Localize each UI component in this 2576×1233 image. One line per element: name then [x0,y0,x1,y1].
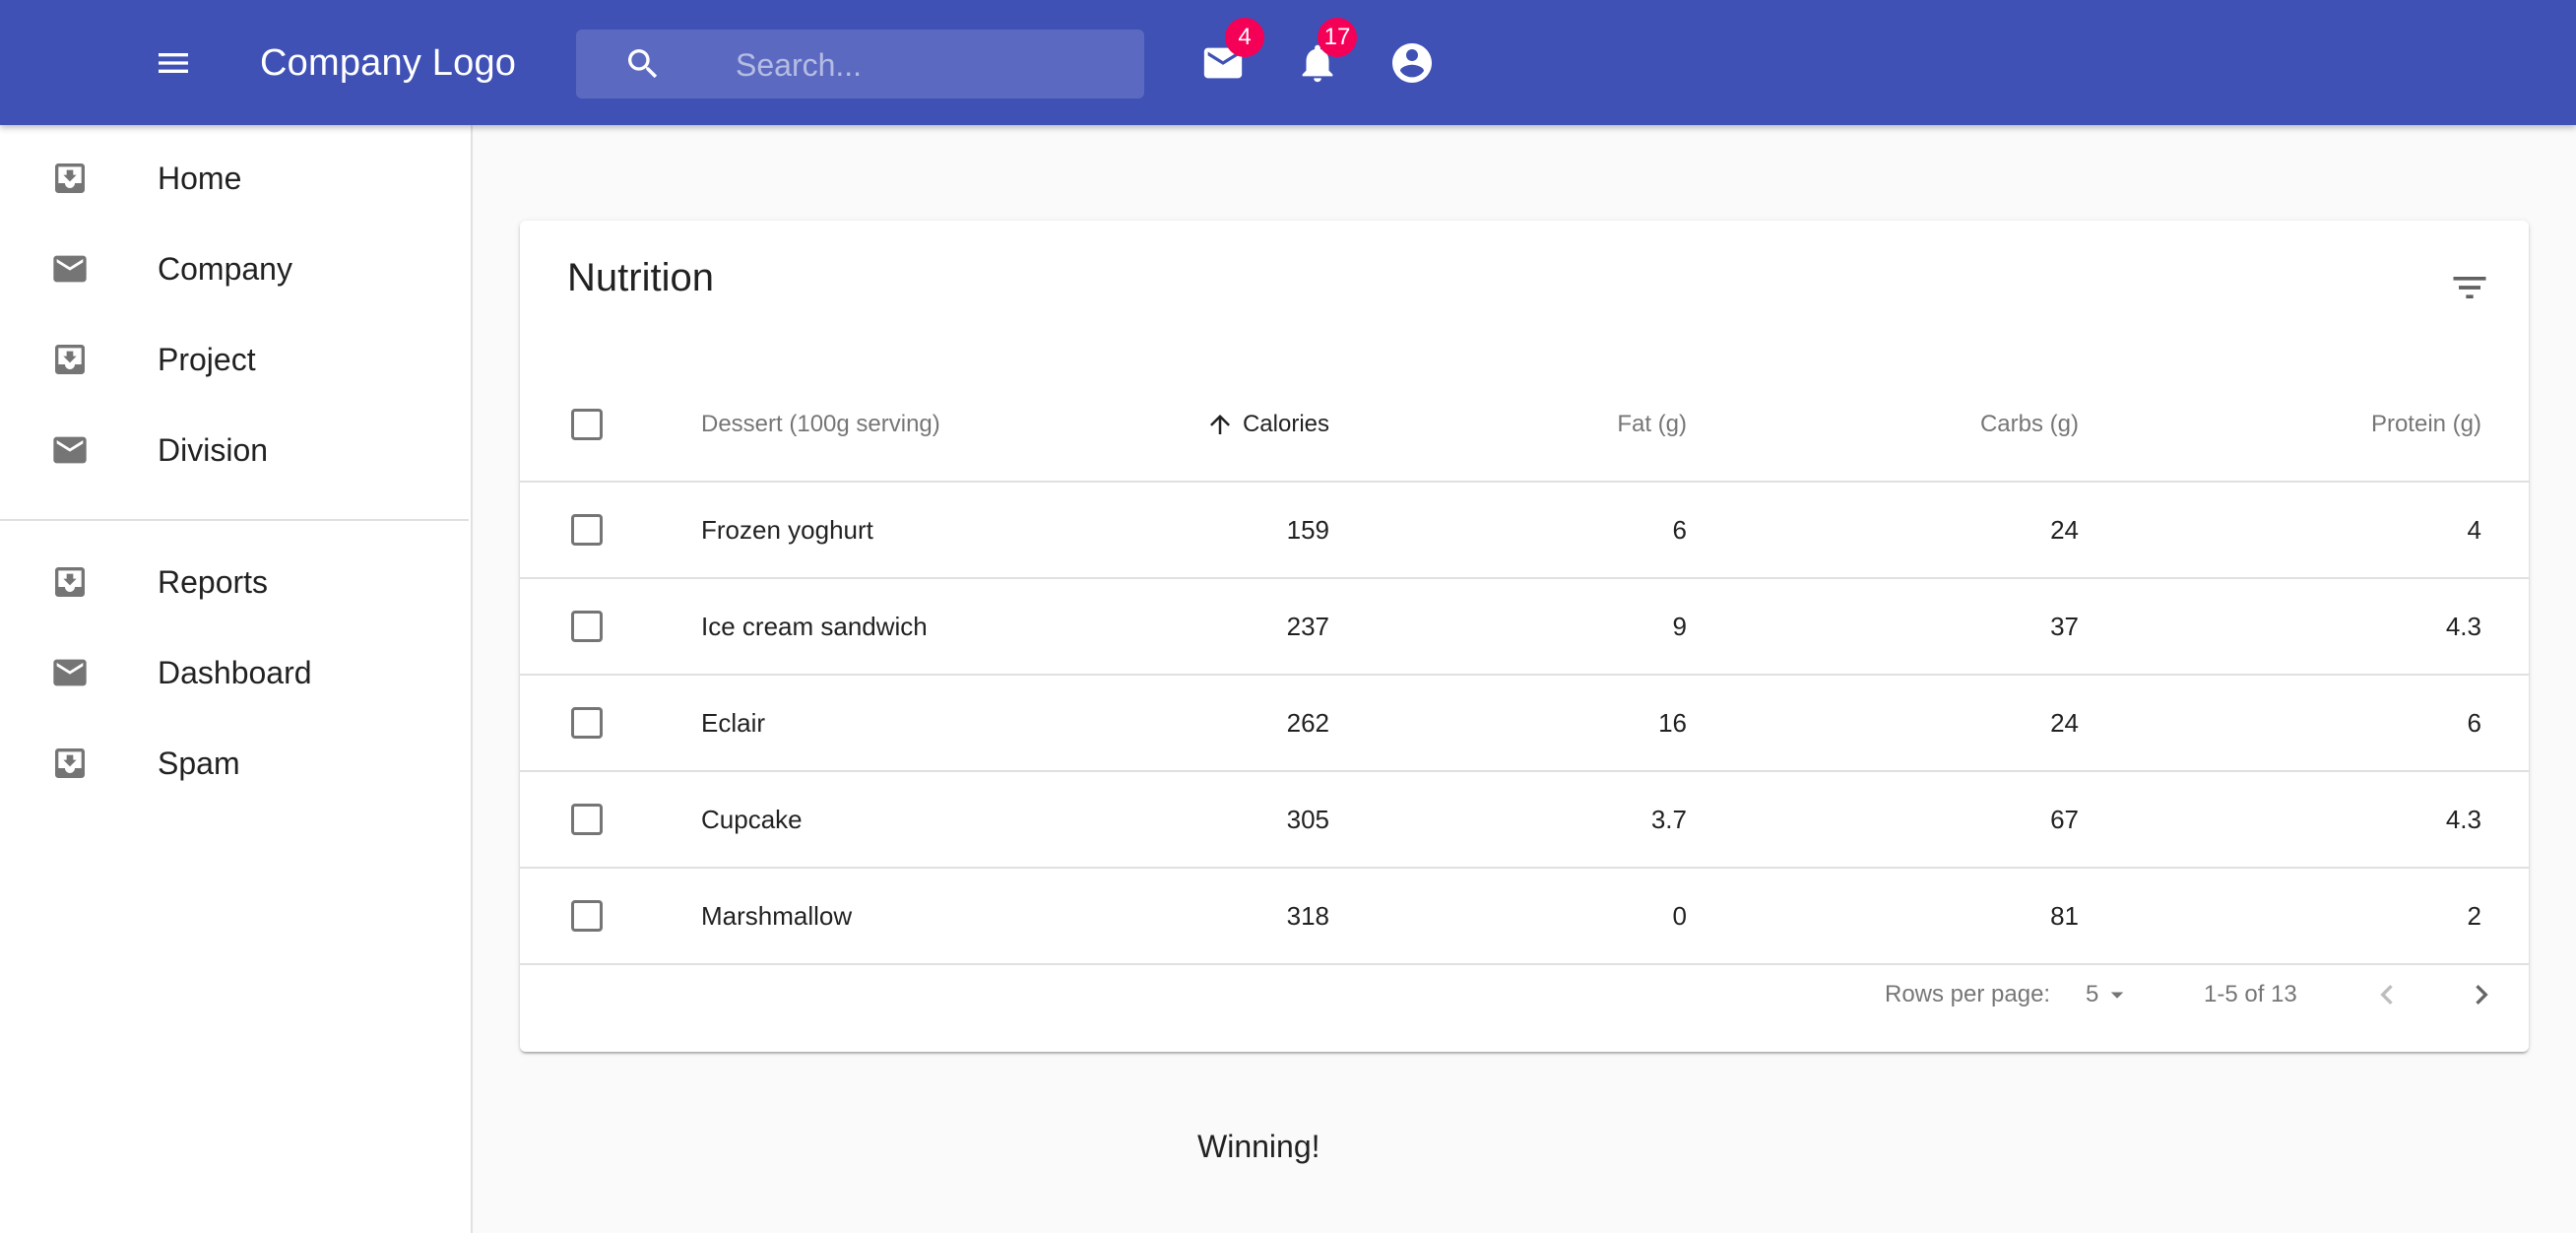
footer-message: Winning! [1197,1129,1320,1164]
select-all-checkbox[interactable] [571,409,603,440]
cell-carbs: 24 [2050,515,2079,545]
cell-dessert: Ice cream sandwich [701,612,928,641]
nav-label: Dashboard [158,655,312,690]
col-header-dessert[interactable]: Dessert (100g serving) [701,368,940,481]
cell-dessert: Eclair [701,708,766,738]
account-circle-icon [1392,43,1432,83]
cell-fat: 6 [1672,515,1687,545]
table-row[interactable]: Frozen yoghurt 159 6 24 4 [520,483,2529,579]
cell-protein: 6 [2467,708,2481,738]
nav-label: Division [158,432,269,468]
nav-item-company[interactable]: Company [0,224,469,314]
pagination-range: 1-5 of 13 [2204,981,2297,1007]
rows-per-page-value: 5 [2086,981,2099,1007]
account-button[interactable] [1381,32,1444,95]
nutrition-table-card: Nutrition Dessert (100g serving) Calorie… [520,221,2529,1052]
cell-fat: 9 [1672,612,1687,641]
cell-protein: 4 [2467,515,2481,545]
table-row[interactable]: Eclair 262 16 24 6 [520,676,2529,772]
cell-carbs: 37 [2050,612,2079,641]
side-drawer: Home Company Project Division Reports Da… [0,125,473,1233]
nav-item-project[interactable]: Project [0,314,469,405]
nav-item-home[interactable]: Home [0,133,469,224]
mail-icon [53,436,87,464]
nav-item-reports[interactable]: Reports [0,537,469,627]
notification-badge: 17 [1318,18,1357,57]
menu-button[interactable] [146,35,201,91]
col-header-protein[interactable]: Protein (g) [2371,368,2481,481]
move-to-inbox-icon [55,163,85,193]
table-row[interactable]: Marshmallow 318 0 81 2 [520,869,2529,965]
mail-badge: 4 [1225,18,1264,57]
cell-fat: 16 [1658,708,1687,738]
nav-divider [0,519,469,521]
cell-fat: 3.7 [1650,805,1687,834]
app-bar: Company Logo 4 17 [0,0,2576,125]
rows-per-page-select[interactable]: 5 [2086,975,2132,1014]
table-title: Nutrition [567,256,714,299]
cell-dessert: Cupcake [701,805,803,834]
cell-protein: 4.3 [2445,805,2481,834]
nav-label: Home [158,161,242,196]
nav-label: Project [158,342,256,377]
cell-fat: 0 [1672,901,1687,931]
chevron-right-icon [2476,985,2488,1005]
nav-item-dashboard[interactable]: Dashboard [0,627,469,718]
chevron-left-icon [2380,985,2393,1005]
cell-calories: 318 [1286,901,1329,931]
move-to-inbox-icon [55,567,85,597]
row-checkbox[interactable] [571,804,603,835]
cell-dessert: Frozen yoghurt [701,515,873,545]
filter-list-icon [2453,277,2486,298]
cell-calories: 305 [1286,805,1329,834]
next-page-button[interactable] [2454,967,2509,1022]
row-checkbox[interactable] [571,514,603,546]
cell-calories: 159 [1286,515,1329,545]
nav-label: Company [158,251,292,287]
row-checkbox[interactable] [571,611,603,642]
cell-calories: 262 [1286,708,1329,738]
nav-item-spam[interactable]: Spam [0,718,469,809]
table-row[interactable]: Cupcake 305 3.7 67 4.3 [520,772,2529,869]
search-box [576,30,1144,100]
cell-carbs: 81 [2050,901,2079,931]
arrow-upward-icon [1209,415,1230,434]
cell-calories: 237 [1286,612,1329,641]
rows-per-page-label: Rows per page: [1885,981,2051,1007]
menu-icon [159,53,188,73]
row-checkbox[interactable] [571,707,603,739]
search-icon [628,49,658,79]
nav-label: Reports [158,564,269,600]
previous-page-button[interactable] [2359,967,2415,1022]
mail-icon [53,255,87,283]
col-header-fat[interactable]: Fat (g) [1617,368,1687,481]
table-header-row: Dessert (100g serving) Calories Fat (g) … [520,368,2529,483]
col-header-calories[interactable]: Calories [1205,368,1329,481]
cell-carbs: 67 [2050,805,2079,834]
filter-button[interactable] [2438,256,2501,319]
mail-icon [53,659,87,686]
nav-label: Spam [158,746,240,781]
move-to-inbox-icon [55,748,85,778]
arrow-drop-down-icon [2111,992,2124,999]
mail-button[interactable]: 4 [1191,18,1264,95]
cell-protein: 4.3 [2445,612,2481,641]
cell-carbs: 24 [2050,708,2079,738]
nav-item-division[interactable]: Division [0,405,469,495]
company-logo[interactable]: Company Logo [260,35,516,91]
row-checkbox[interactable] [571,900,603,932]
col-header-calories-label: Calories [1242,411,1329,437]
search-input[interactable] [734,30,1131,100]
move-to-inbox-icon [55,345,85,374]
table-row[interactable]: Ice cream sandwich 237 9 37 4.3 [520,579,2529,676]
cell-protein: 2 [2467,901,2481,931]
cell-dessert: Marshmallow [701,901,853,931]
notifications-button[interactable]: 17 [1286,18,1357,95]
col-header-carbs[interactable]: Carbs (g) [1980,368,2079,481]
